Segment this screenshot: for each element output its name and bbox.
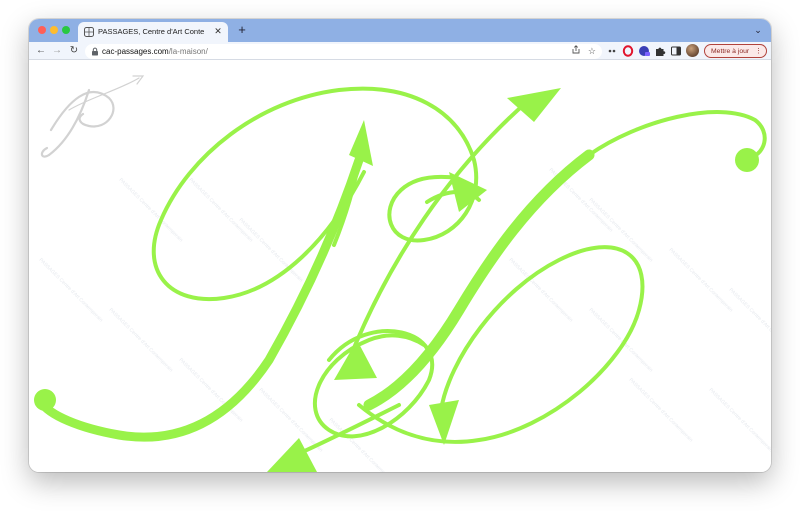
watermark-text: PASSAGES Centre d'Art Contemporain xyxy=(728,287,771,353)
watermark-text: PASSAGES Centre d'Art Contemporain xyxy=(708,387,771,453)
more-menu-icon[interactable]: ⋮ xyxy=(755,46,762,57)
watermark-text: PASSAGES Centre d'Art Contemporain xyxy=(588,307,654,373)
reload-button[interactable]: ↻ xyxy=(67,44,81,58)
address-bar[interactable]: cac-passages.com/la-maison/ ☆ xyxy=(85,44,602,59)
arrow-down-head xyxy=(429,400,459,445)
watermark-text: PASSAGES Centre d'Art Contemporain xyxy=(238,217,304,283)
share-icon[interactable] xyxy=(572,45,580,54)
zoom-window-button[interactable] xyxy=(62,26,70,34)
watermark-text: PASSAGES Centre d'Art Contemporain xyxy=(38,257,104,323)
watermark-text: PASSAGES Centre d'Art Contemporain xyxy=(108,307,174,373)
browser-window: PASSAGES, Centre d'Art Conte ✕ + ⌄ ← → ↻… xyxy=(29,19,771,472)
update-button-label: Mettre à jour xyxy=(711,48,750,55)
url-text[interactable]: cac-passages.com/la-maison/ xyxy=(102,45,208,58)
watermark-text: PASSAGES Centre d'Art Contemporain xyxy=(628,377,694,443)
arrow-up-right-head xyxy=(507,88,561,122)
watermark-text: PASSAGES Centre d'Art Contemporain xyxy=(668,247,734,313)
tab-search-chevron-icon[interactable]: ⌄ xyxy=(753,24,763,36)
minimize-window-button[interactable] xyxy=(50,26,58,34)
monogram-cross-stroke xyxy=(347,98,531,362)
monogram-artwork: PASSAGES Centre d'Art Contemporain PASSA… xyxy=(34,75,771,472)
tab-strip: PASSAGES, Centre d'Art Conte ✕ + ⌄ xyxy=(29,19,771,42)
puzzle-icon[interactable] xyxy=(654,45,666,57)
green-monogram xyxy=(34,86,767,472)
opera-icon[interactable] xyxy=(622,45,634,57)
arrow-up-head xyxy=(349,120,373,166)
page-content: PASSAGES Centre d'Art Contemporain PASSA… xyxy=(29,60,771,472)
new-tab-button[interactable]: + xyxy=(235,22,249,38)
watermark-text: PASSAGES Centre d'Art Contemporain xyxy=(588,197,654,263)
passages-logo[interactable] xyxy=(40,75,145,158)
url-host: cac-passages.com xyxy=(102,47,169,56)
watermark-text: PASSAGES Centre d'Art Contemporain xyxy=(118,177,184,243)
tab-passages[interactable]: PASSAGES, Centre d'Art Conte ✕ xyxy=(78,22,228,42)
monogram-left-terminal xyxy=(34,389,56,411)
watermark-text: PASSAGES Centre d'Art Contemporain xyxy=(188,177,254,243)
lock-icon[interactable] xyxy=(91,47,99,56)
watermark-pattern: PASSAGES Centre d'Art Contemporain PASSA… xyxy=(38,167,771,472)
grid-favicon-icon xyxy=(84,27,94,37)
update-button[interactable]: Mettre à jour ⋮ xyxy=(704,44,767,58)
toolbar: ← → ↻ cac-passages.com/la-maison/ ☆ Mett… xyxy=(29,42,771,60)
bookmark-star-icon[interactable]: ☆ xyxy=(588,45,596,58)
close-window-button[interactable] xyxy=(38,26,46,34)
back-button[interactable]: ← xyxy=(34,44,48,58)
spy-extension-icon[interactable] xyxy=(638,45,650,57)
monogram-right-terminal xyxy=(735,148,759,172)
profile-avatar[interactable] xyxy=(686,44,699,57)
url-path: /la-maison/ xyxy=(168,47,208,56)
tab-title: PASSAGES, Centre d'Art Conte xyxy=(98,27,205,36)
more-dots-icon[interactable] xyxy=(606,45,618,57)
side-panel-icon[interactable] xyxy=(670,45,682,57)
tab-close-icon[interactable]: ✕ xyxy=(213,25,223,37)
forward-button[interactable]: → xyxy=(50,44,64,58)
